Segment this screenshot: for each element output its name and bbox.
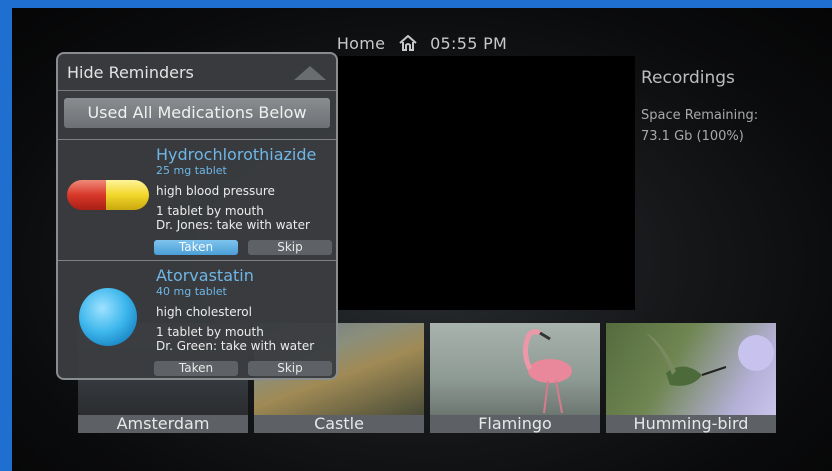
taken-button[interactable]: Taken <box>154 240 238 255</box>
medication-reminders-panel: Hide Reminders Used All Medications Belo… <box>56 52 338 380</box>
thumbnail-humming-bird[interactable]: Humming-bird <box>606 323 776 433</box>
medication-condition: high cholesterol <box>156 305 252 319</box>
thumbnail-caption: Flamingo <box>430 415 600 433</box>
home-icon[interactable] <box>399 34 417 55</box>
humming-bird-photo <box>606 323 776 415</box>
medication-route: 1 tablet by mouth <box>156 325 264 339</box>
medication-item-atorvastatin: Atorvastatin 40 mg tablet high cholester… <box>58 260 336 379</box>
thumbnail-caption: Amsterdam <box>78 415 248 433</box>
medication-item-hydrochlorothiazide: Hydrochlorothiazide 25 mg tablet high bl… <box>58 139 336 258</box>
skip-button[interactable]: Skip <box>248 240 332 255</box>
skip-button[interactable]: Skip <box>248 361 332 376</box>
medication-route: 1 tablet by mouth <box>156 204 264 218</box>
recordings-title[interactable]: Recordings <box>641 68 758 88</box>
thumbnail-caption: Castle <box>254 415 424 433</box>
medication-dose: 25 mg tablet <box>156 164 227 177</box>
hide-reminders-label[interactable]: Hide Reminders <box>67 63 194 82</box>
used-all-medications-button[interactable]: Used All Medications Below <box>64 98 330 128</box>
space-remaining-label: Space Remaining: <box>641 108 759 123</box>
capsule-icon <box>66 160 150 230</box>
medication-dose: 40 mg tablet <box>156 285 227 298</box>
home-label[interactable]: Home <box>337 34 385 53</box>
media-center-screen: Home 05:55 PM Recordings Space Remaining… <box>12 8 832 471</box>
thumbnail-caption: Humming-bird <box>606 415 776 433</box>
medication-name: Atorvastatin <box>156 266 254 285</box>
clock: 05:55 PM <box>430 34 508 53</box>
medication-name: Hydrochlorothiazide <box>156 145 317 164</box>
flamingo-photo <box>430 323 600 415</box>
recordings-panel: Recordings Space Remaining: 73.1 Gb (100… <box>641 68 758 150</box>
thumbnail-flamingo[interactable]: Flamingo <box>430 323 600 433</box>
medication-note: Dr. Jones: take with water <box>156 218 310 232</box>
video-preview[interactable] <box>338 56 635 310</box>
medication-condition: high blood pressure <box>156 184 275 198</box>
space-remaining-value: 73.1 Gb (100%) <box>641 129 744 144</box>
taken-button[interactable]: Taken <box>154 361 238 376</box>
medication-note: Dr. Green: take with water <box>156 339 315 353</box>
collapse-arrow-icon[interactable] <box>294 66 326 80</box>
round-pill-icon <box>66 281 150 351</box>
reminders-header[interactable]: Hide Reminders <box>58 54 336 91</box>
